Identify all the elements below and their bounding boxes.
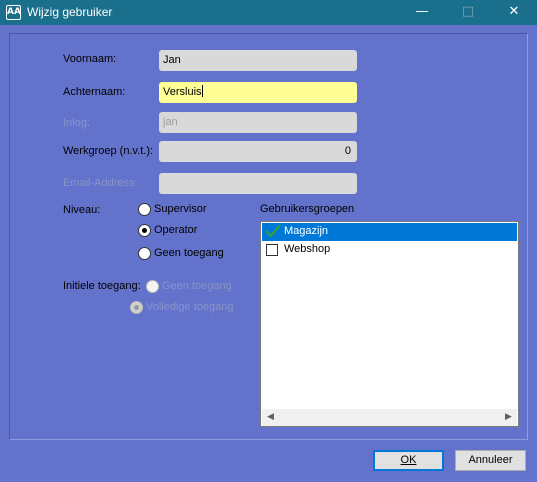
email-label: Email-Address:: [63, 177, 138, 189]
horizontal-scrollbar[interactable]: ◀ ▶: [262, 409, 517, 426]
niveau-radio-operator[interactable]: [138, 224, 151, 237]
niveau-radio-supervisor[interactable]: [138, 203, 151, 216]
annuleer-button[interactable]: Annuleer: [455, 450, 526, 471]
title-bar[interactable]: AA Wijzig gebruiker — □ ✕: [0, 0, 537, 25]
voornaam-label: Voornaam:: [63, 53, 117, 65]
checkbox[interactable]: [266, 244, 278, 256]
initiele-option-volledige-toegang: Volledige toegang: [146, 301, 234, 313]
list-item-label: Magazijn: [284, 225, 329, 237]
niveau-option-geen-toegang[interactable]: Geen toegang: [154, 247, 224, 259]
scroll-left-icon[interactable]: ◀: [262, 409, 279, 426]
inlog-label: Inlog:: [63, 117, 90, 129]
niveau-option-operator[interactable]: Operator: [154, 224, 197, 236]
initiele-toegang-label: Initiele toegang:: [63, 280, 141, 292]
achternaam-label: Achternaam:: [63, 86, 126, 98]
achternaam-value: Versluis: [163, 86, 202, 98]
niveau-label: Niveau:: [63, 204, 101, 216]
list-item-magazijn[interactable]: Magazijn: [262, 223, 517, 241]
inlog-input[interactable]: jan: [159, 112, 357, 133]
achternaam-input[interactable]: Versluis: [159, 82, 357, 103]
niveau-radio-geen-toegang[interactable]: [138, 247, 151, 260]
email-input[interactable]: [159, 173, 357, 194]
ok-button-label: OK: [400, 454, 417, 466]
initiele-radio-volledige-toegang: [130, 301, 143, 314]
initiele-option-geen-toegang: Geen toegang: [162, 280, 232, 292]
initiele-radio-geen-toegang: [146, 280, 159, 293]
werkgroep-input[interactable]: 0: [159, 141, 357, 162]
maximize-button[interactable]: □: [445, 0, 491, 25]
text-caret: [201, 85, 203, 97]
werkgroep-label: Werkgroep (n.v.t.):: [63, 145, 154, 157]
window-title: Wijzig gebruiker: [27, 5, 113, 19]
gebruikersgroepen-list[interactable]: Magazijn Webshop ◀ ▶: [260, 221, 519, 427]
scroll-right-icon[interactable]: ▶: [500, 409, 517, 426]
app-icon: AA: [6, 5, 21, 20]
niveau-option-supervisor[interactable]: Supervisor: [154, 203, 207, 215]
checkmark-icon[interactable]: [265, 224, 281, 241]
list-item-webshop[interactable]: Webshop: [262, 241, 517, 259]
close-button[interactable]: ✕: [491, 0, 537, 25]
ok-button[interactable]: OK: [373, 450, 444, 471]
minimize-button[interactable]: —: [399, 0, 445, 25]
gebruikersgroepen-label: Gebruikersgroepen: [260, 203, 355, 215]
voornaam-input[interactable]: Jan: [159, 50, 357, 71]
list-item-label: Webshop: [284, 243, 331, 255]
